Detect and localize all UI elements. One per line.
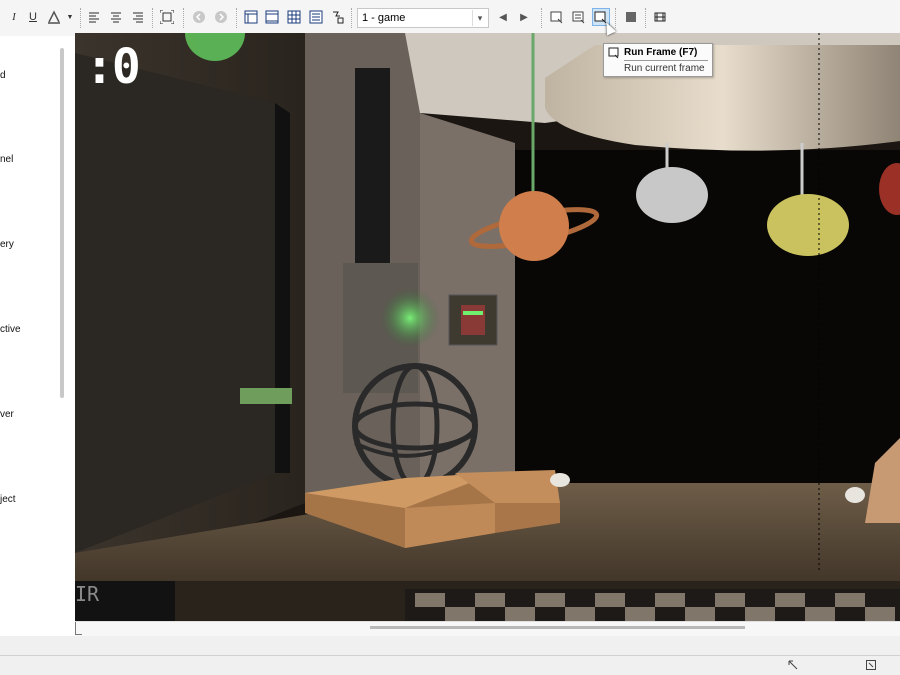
toolbar-separator — [351, 8, 353, 28]
previous-frame-button[interactable]: ◀ — [495, 9, 511, 25]
run-frame-icon — [608, 47, 620, 62]
frame-selector[interactable]: 1 - game ▾ — [357, 8, 489, 28]
run-build-icon[interactable] — [571, 9, 587, 25]
left-panel-item[interactable]: nel — [0, 154, 13, 165]
green-light — [380, 288, 440, 348]
resize-icon[interactable] — [788, 660, 798, 673]
stop-icon[interactable] — [623, 9, 639, 25]
frame-selector-value: 1 - game — [362, 12, 406, 24]
left-panel-item[interactable]: ctive — [0, 324, 21, 335]
toolbar-separator — [645, 8, 647, 28]
tooltip-description: Run current frame — [624, 63, 705, 74]
status-bar — [0, 655, 900, 675]
chevron-down-icon[interactable]: ▾ — [472, 10, 487, 26]
lamp-shade — [545, 45, 900, 151]
horizontal-scrollbar-thumb[interactable] — [370, 626, 745, 629]
tooltip-divider — [624, 60, 708, 61]
vertical-scrollbar[interactable] — [60, 48, 64, 398]
event-list-icon[interactable] — [308, 9, 324, 25]
chevron-down-icon[interactable]: ▼ — [62, 9, 78, 25]
italic-button[interactable]: I — [6, 9, 22, 25]
fit-frame-icon[interactable] — [159, 9, 175, 25]
left-panel: d nel ery ctive ver ject — [0, 36, 57, 636]
left-panel-item[interactable]: ver — [0, 409, 14, 420]
left-panel-item[interactable]: ery — [0, 239, 14, 250]
event-editor-icon[interactable] — [286, 9, 302, 25]
yellow-planet-ornament — [767, 194, 849, 256]
frame-editor-icon[interactable] — [264, 9, 280, 25]
next-frame-button[interactable]: ▶ — [516, 9, 532, 25]
panel-gutter — [56, 36, 75, 636]
game-scene — [75, 33, 900, 621]
align-center-icon[interactable] — [108, 9, 124, 25]
data-elements-icon[interactable] — [330, 9, 346, 25]
tooltip-title: Run Frame (F7) — [624, 47, 698, 58]
text-color-icon[interactable] — [46, 9, 62, 25]
maximize-icon[interactable] — [866, 660, 876, 673]
align-right-icon[interactable] — [130, 9, 146, 25]
run-application-icon[interactable] — [549, 9, 565, 25]
left-panel-item[interactable]: d — [0, 70, 6, 81]
pipe — [355, 68, 390, 288]
toolbar-separator — [152, 8, 154, 28]
underline-button[interactable]: U — [25, 9, 41, 25]
green-ledge — [240, 388, 292, 404]
toolbar-separator — [615, 8, 617, 28]
moon-ornament — [636, 167, 708, 223]
forward-icon[interactable] — [213, 9, 229, 25]
frame-corner-marker — [75, 622, 82, 635]
align-left-icon[interactable] — [86, 9, 102, 25]
run-frame-tooltip: Run Frame (F7) Run current frame — [603, 43, 713, 77]
saturn-ornament — [499, 191, 569, 261]
hud-corner-text: IR — [75, 582, 100, 606]
storyboard-icon[interactable] — [243, 9, 259, 25]
toolbar: I U ▼ 1 - game ▾ ◀ ▶ — [0, 0, 900, 37]
game-viewport[interactable]: :0 IR — [75, 33, 900, 621]
score-display: :0 — [85, 39, 141, 95]
build-run-icon[interactable] — [652, 9, 668, 25]
toolbar-separator — [183, 8, 185, 28]
toolbar-separator — [80, 8, 82, 28]
toolbar-separator — [236, 8, 238, 28]
toolbar-separator — [541, 8, 543, 28]
left-panel-item[interactable]: ject — [0, 494, 16, 505]
back-icon[interactable] — [191, 9, 207, 25]
